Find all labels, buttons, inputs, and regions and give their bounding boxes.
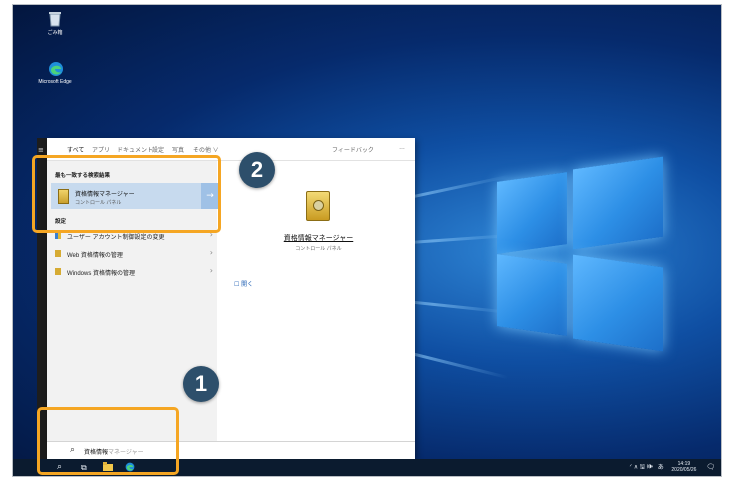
tab-apps[interactable]: アプリ: [92, 145, 110, 154]
credential-icon: [55, 250, 61, 257]
detail-title[interactable]: 資格情報マネージャー: [222, 233, 415, 243]
chevron-right-icon: ›: [209, 266, 213, 275]
tab-all[interactable]: すべて: [67, 145, 84, 154]
highlight-best-match: [32, 155, 221, 233]
list-item-label: Web 資格情報の管理: [67, 253, 123, 259]
notification-icon[interactable]: 🗨: [706, 464, 715, 471]
tray-icons[interactable]: ᐟ ∧ 🖫 🕪: [630, 465, 654, 471]
tab-settings[interactable]: 設定: [152, 145, 164, 154]
logo-pane: [497, 172, 567, 254]
recycle-bin-icon: [48, 11, 62, 27]
desktop-icon-edge[interactable]: Microsoft Edge: [31, 61, 79, 85]
step-badge-2: 2: [239, 152, 275, 188]
open-action[interactable]: ☐ 開く: [234, 279, 253, 288]
list-item-label: ユーザー アカウント制御設定の変更: [67, 235, 165, 241]
credential-icon: [55, 268, 61, 275]
logo-pane: [573, 156, 663, 250]
tab-more[interactable]: その他 ∨: [193, 145, 219, 154]
tab-documents[interactable]: ドキュメント: [117, 145, 153, 154]
open-label: 開く: [241, 282, 254, 288]
hamburger-icon[interactable]: ≡: [38, 146, 44, 154]
clock[interactable]: 14:19 2020/05/26: [671, 461, 696, 473]
desktop-icon-label: ごみ箱: [47, 30, 63, 36]
system-tray: ᐟ ∧ 🖫 🕪 あ 14:19 2020/05/26 🗨: [630, 461, 715, 473]
detail-subtitle: コントロール パネル: [295, 246, 342, 252]
ime-indicator[interactable]: あ: [658, 465, 664, 471]
edge-icon: [48, 61, 63, 77]
windows-logo-wallpaper: [497, 156, 667, 353]
chevron-right-icon: ›: [209, 248, 213, 257]
more-options-icon[interactable]: …: [399, 145, 405, 151]
clock-date: 2020/05/26: [671, 467, 697, 473]
highlight-search-box: [37, 407, 179, 475]
open-icon: ☐: [234, 282, 240, 288]
list-item[interactable]: Web 資格情報の管理 ›: [51, 247, 217, 261]
desktop-icon-label: Microsoft Edge: [38, 79, 72, 85]
desktop-icon-recycle-bin[interactable]: ごみ箱: [35, 11, 75, 36]
logo-pane: [497, 254, 567, 336]
flag-icon: [55, 232, 61, 239]
list-item-label: Windows 資格情報の管理: [67, 271, 136, 277]
tab-photos[interactable]: 写真: [172, 145, 184, 154]
feedback-link[interactable]: フィードバック: [332, 145, 374, 154]
list-item[interactable]: Windows 資格情報の管理 ›: [51, 265, 217, 279]
step-badge-1: 1: [183, 366, 219, 402]
result-detail-pane: 資格情報マネージャー コントロール パネル ☐ 開く: [222, 161, 415, 441]
logo-pane: [573, 254, 663, 352]
credential-manager-large-icon: [306, 191, 330, 221]
